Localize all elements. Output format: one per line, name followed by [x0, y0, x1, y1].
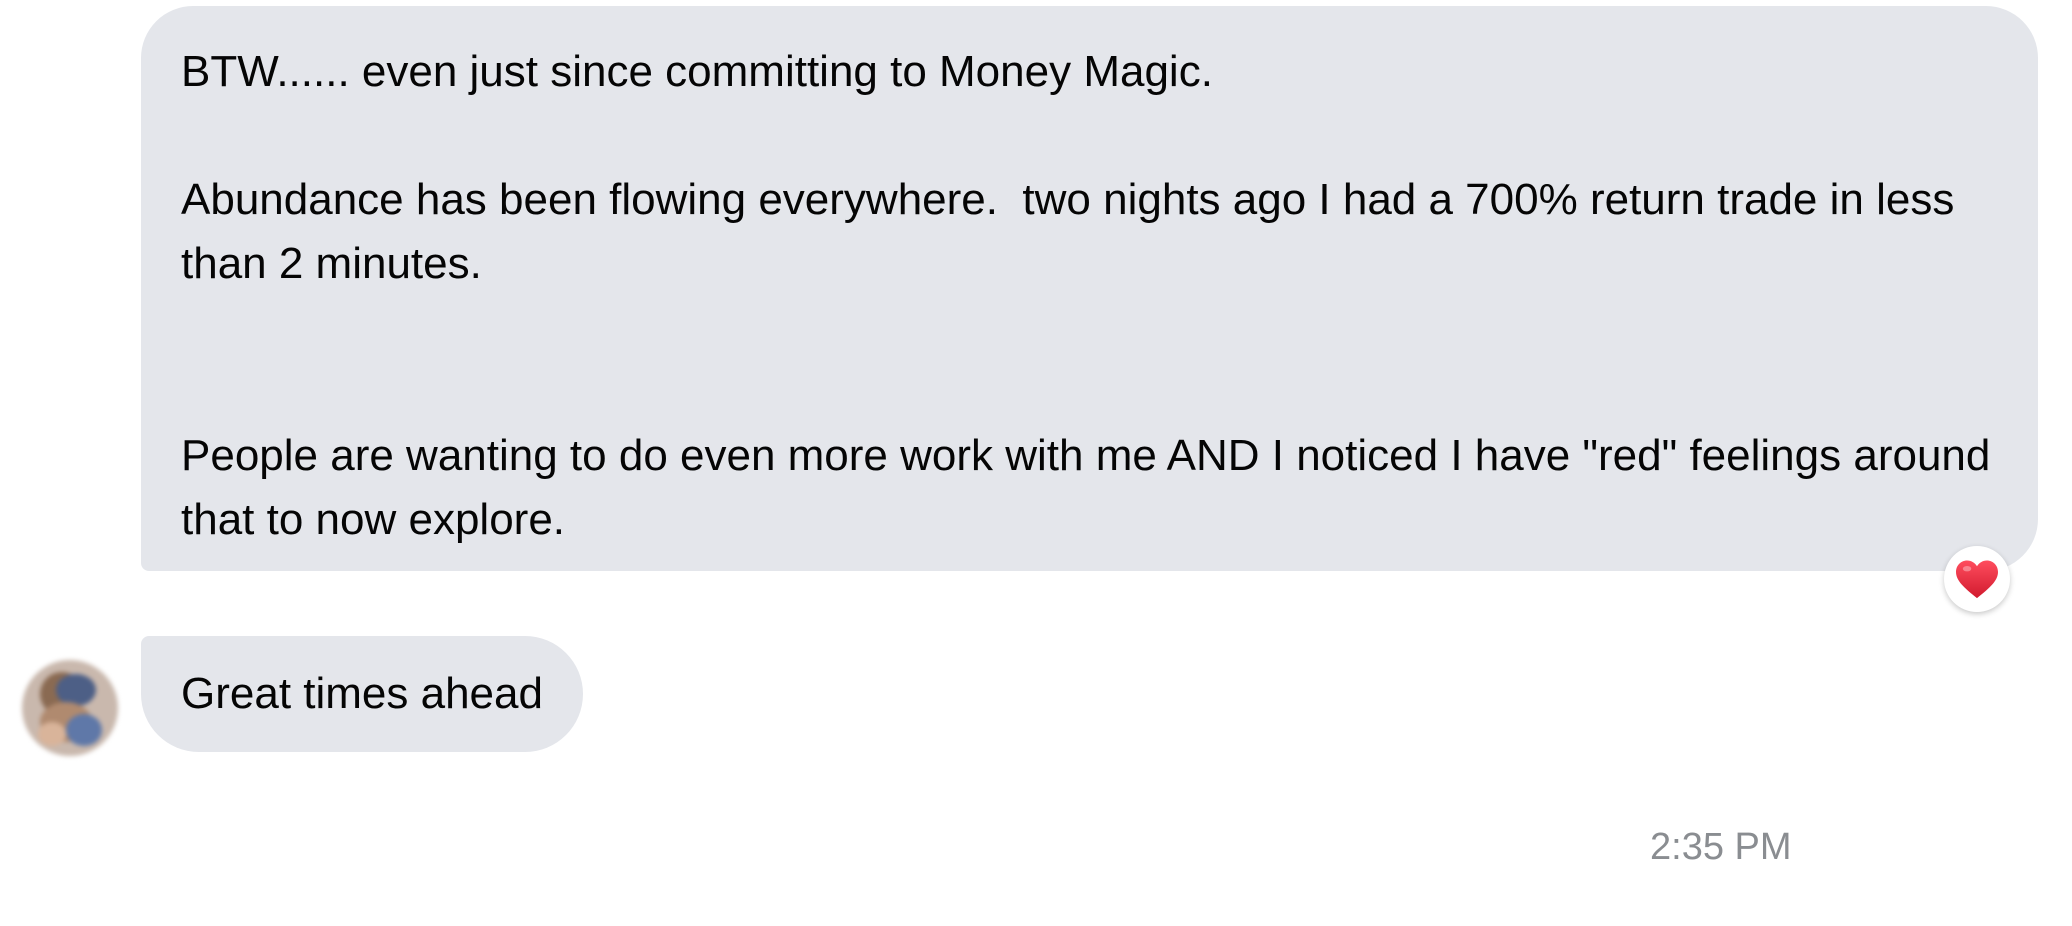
message-paragraph: Abundance has been flowing everywhere. t… — [181, 175, 1967, 288]
message-paragraph: BTW...... even just since committing to … — [181, 47, 1213, 96]
message-text: Great times ahead — [181, 669, 543, 718]
message-bubble-short[interactable]: Great times ahead — [141, 636, 583, 752]
message-paragraph: People are wanting to do even more work … — [181, 431, 2003, 544]
reaction-badge[interactable] — [1944, 546, 2010, 612]
avatar-image — [22, 660, 118, 756]
message-bubble-long[interactable]: BTW...... even just since committing to … — [141, 6, 2038, 571]
heart-icon — [1956, 560, 1998, 599]
message-timestamp: 2:35 PM — [1650, 826, 1792, 868]
avatar[interactable] — [22, 660, 118, 756]
